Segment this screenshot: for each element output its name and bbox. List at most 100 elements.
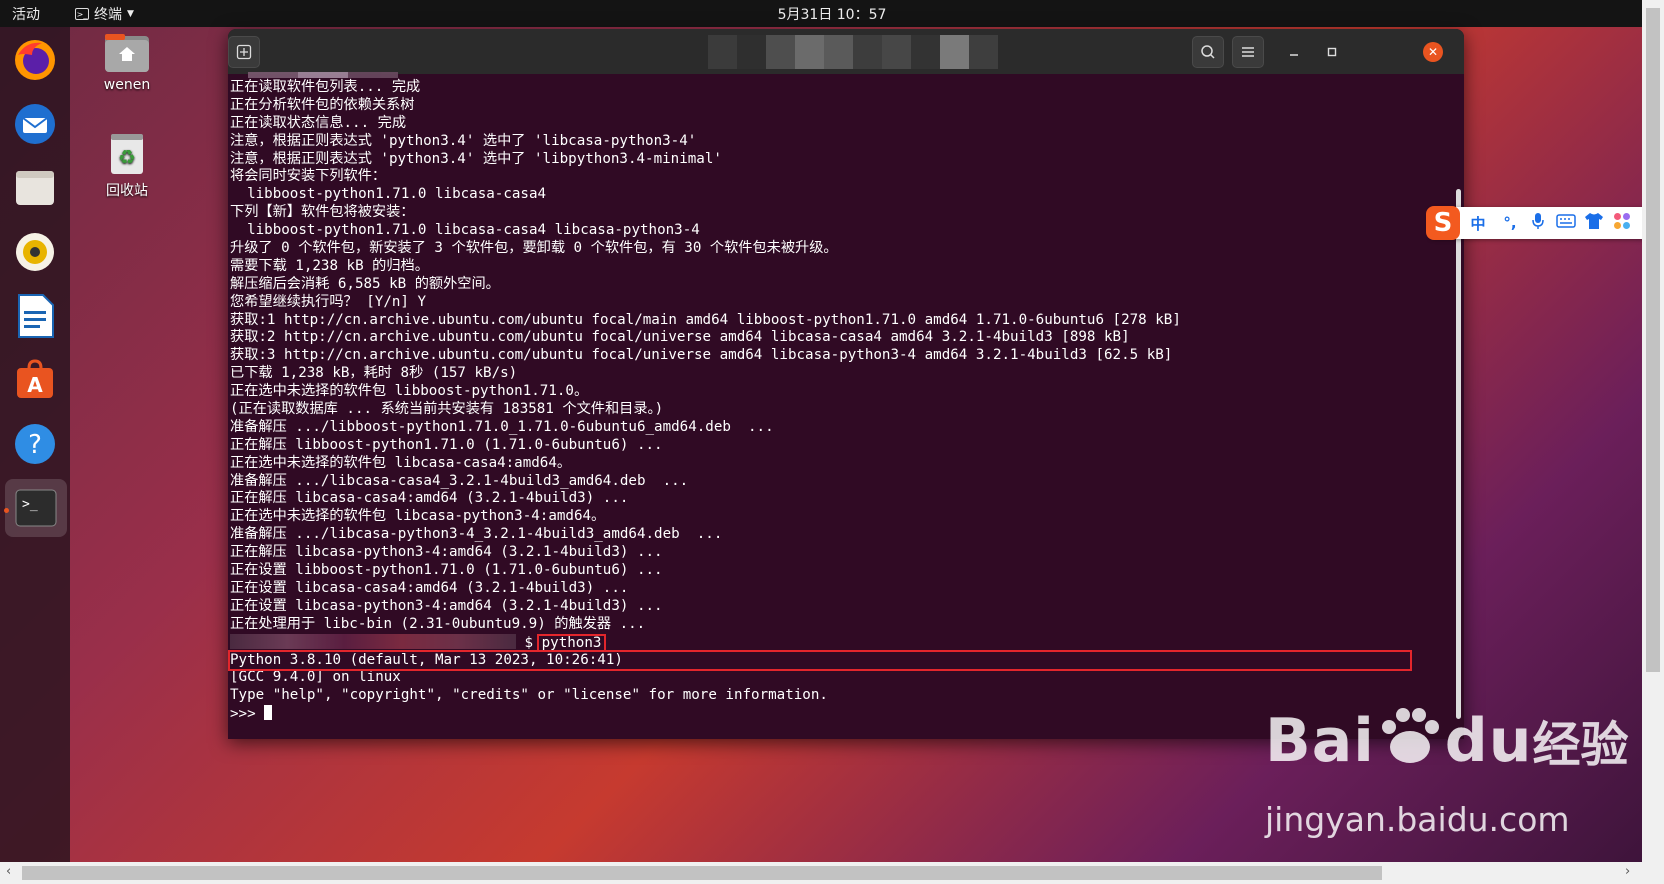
svg-text:?: ?	[28, 430, 42, 460]
activities-button[interactable]: 活动	[12, 4, 40, 24]
software-icon[interactable]: A	[10, 355, 60, 405]
files-icon[interactable]	[10, 163, 60, 213]
repl-prompt: >>>	[230, 706, 265, 723]
svg-text:>_: >_	[22, 497, 38, 512]
title-bar[interactable]: ✕	[228, 29, 1464, 74]
watermark-brand: Bai	[1265, 706, 1375, 776]
ime-toolbar[interactable]: S 中 °,	[1426, 206, 1664, 240]
text-cursor	[264, 705, 273, 721]
terminal-small-icon: >_	[75, 8, 89, 20]
repl-line[interactable]: >>>	[230, 705, 1410, 723]
dock: A ? >_	[0, 27, 70, 862]
terminal-line: 正在设置 libcasa-casa4:amd64 (3.2.1-4build3)…	[230, 579, 629, 596]
terminal-output[interactable]: 正在读取软件包列表... 完成 正在分析软件包的依赖关系树 正在读取状态信息... …	[230, 79, 1410, 723]
terminal-line: 正在设置 libcasa-python3-4:amd64 (3.2.1-4bui…	[230, 597, 663, 614]
terminal-line: 获取:3 http://cn.archive.ubuntu.com/ubuntu…	[230, 347, 1173, 364]
trash-label: 回收站	[106, 183, 148, 199]
home-folder-label: wenen	[103, 77, 151, 93]
terminal-line: 下列【新】软件包将被安装：	[230, 204, 415, 221]
terminal-icon[interactable]: >_	[5, 479, 67, 537]
ime-mode-chinese[interactable]: 中	[1460, 213, 1496, 234]
svg-text:♻: ♻	[118, 145, 136, 169]
terminal-line: 正在选中未选择的软件包 libcasa-python3-4:amd64。	[230, 508, 606, 525]
terminal-line: 正在读取软件包列表... 完成	[230, 79, 421, 95]
terminal-line: 准备解压 .../libcasa-python3-4_3.2.1-4build3…	[230, 526, 723, 543]
terminal-window[interactable]: ✕ 正在读取软件包列表... 完成 正在分析软件包的依赖关系树 正在读取状态信息..…	[228, 29, 1464, 739]
blurred-user-host	[230, 633, 516, 649]
terminal-line: 已下载 1,238 kB，耗时 8秒 (157 kB/s)	[230, 365, 518, 382]
hamburger-icon	[1242, 47, 1254, 57]
running-indicator	[4, 508, 9, 513]
blurred-text	[248, 72, 398, 78]
terminal-line: 正在设置 libboost-python1.71.0 (1.71.0-6ubun…	[230, 562, 663, 579]
terminal-line: 正在解压 libboost-python1.71.0 (1.71.0-6ubun…	[230, 436, 663, 453]
help-icon[interactable]: ?	[10, 419, 60, 469]
terminal-line: 注意，根据正则表达式 'python3.4' 选中了 'libcasa-pyth…	[230, 132, 697, 149]
terminal-line: 您希望继续执行吗？ [Y/n] Y	[230, 293, 427, 310]
firefox-icon[interactable]	[10, 35, 60, 85]
vertical-scroll-thumb[interactable]	[1646, 8, 1660, 672]
prompt-symbol: $	[524, 634, 534, 651]
top-bar: 活动 >_ 终端 ▼ 5月31日 10：57	[0, 0, 1664, 27]
svg-text:A: A	[27, 373, 43, 397]
maximize-icon	[1327, 47, 1337, 57]
new-tab-icon	[236, 44, 252, 60]
scroll-left-icon[interactable]: ‹	[6, 864, 11, 879]
app-menu-label: 终端	[94, 7, 122, 23]
terminal-line: 解压缩后会消耗 6,585 kB 的额外空间。	[230, 275, 500, 292]
menu-button[interactable]	[1232, 36, 1264, 68]
terminal-line: 正在分析软件包的依赖关系树	[230, 96, 415, 113]
page-vertical-scrollbar[interactable]	[1642, 0, 1664, 862]
terminal-line: 注意，根据正则表达式 'python3.4' 选中了 'libpython3.4…	[230, 150, 722, 167]
new-tab-button[interactable]	[228, 36, 260, 68]
terminal-line: 升级了 0 个软件包，新安装了 3 个软件包，要卸载 0 个软件包，有 30 个…	[230, 240, 838, 257]
thunderbird-icon[interactable]	[10, 99, 60, 149]
help-line-line: Type "help", "copyright", "credits" or "…	[230, 687, 828, 704]
terminal-line: 获取:2 http://cn.archive.ubuntu.com/ubuntu…	[230, 329, 1130, 346]
terminal-scrollbar[interactable]	[1456, 189, 1461, 719]
mic-icon[interactable]	[1524, 212, 1552, 234]
terminal-line: 正在选中未选择的软件包 libboost-python1.71.0。	[230, 383, 589, 400]
watermark-url: jingyan.baidu.com	[1265, 800, 1570, 839]
close-button[interactable]: ✕	[1423, 42, 1443, 62]
terminal-line: 正在选中未选择的软件包 libcasa-casa4:amd64。	[230, 454, 572, 471]
writer-icon[interactable]	[10, 291, 60, 341]
close-icon: ✕	[1427, 45, 1439, 59]
search-icon	[1201, 45, 1215, 59]
terminal-line: 正在读取状态信息... 完成	[230, 114, 407, 131]
search-button[interactable]	[1192, 36, 1224, 68]
terminal-line: 准备解压 .../libboost-python1.71.0_1.71.0-6u…	[230, 418, 774, 435]
watermark-brand2: du	[1444, 706, 1533, 776]
clock[interactable]: 5月31日 10：57	[778, 7, 887, 23]
baidu-watermark: Bai du经验 jingyan.baidu.com	[1265, 705, 1629, 839]
paw-icon	[1381, 708, 1439, 763]
scroll-right-icon[interactable]: ›	[1625, 864, 1630, 879]
app-menu[interactable]: >_ 终端 ▼	[75, 4, 134, 24]
sogou-logo-icon[interactable]: S	[1426, 206, 1460, 240]
page-horizontal-scrollbar[interactable]: ‹ ›	[0, 862, 1664, 884]
window-title-blurred	[708, 35, 998, 69]
rhythmbox-icon[interactable]	[10, 227, 60, 277]
keyboard-icon[interactable]	[1552, 214, 1580, 232]
gcc-line-line: [GCC 9.4.0] on linux	[230, 669, 401, 686]
terminal-line: 正在解压 libcasa-casa4:amd64 (3.2.1-4build3)…	[230, 490, 629, 507]
apps-icon[interactable]	[1608, 212, 1636, 234]
terminal-line: 正在处理用于 libc-bin (2.31-0ubuntu9.9) 的触发器 .…	[230, 615, 646, 632]
terminal-line: libboost-python1.71.0 libcasa-casa4 libc…	[230, 222, 700, 239]
version-highlight-box	[228, 649, 1412, 672]
terminal-line: 正在解压 libcasa-python3-4:amd64 (3.2.1-4bui…	[230, 544, 663, 561]
terminal-line: 需要下载 1,238 kB 的归档。	[230, 257, 429, 274]
chevron-down-icon: ▼	[127, 9, 134, 19]
terminal-line: (正在读取数据库 ... 系统当前共安装有 183581 个文件和目录。)	[230, 401, 664, 418]
trash-icon[interactable]: ♻ 回收站	[82, 130, 172, 200]
horizontal-scroll-thumb[interactable]	[22, 866, 1382, 880]
shirt-icon[interactable]	[1580, 212, 1608, 234]
ime-punctuation[interactable]: °,	[1496, 214, 1524, 232]
watermark-cn: 经验	[1532, 717, 1629, 773]
terminal-line: libboost-python1.71.0 libcasa-casa4	[230, 186, 547, 203]
minimize-icon	[1290, 54, 1298, 56]
minimize-button[interactable]	[1278, 36, 1310, 68]
maximize-button[interactable]	[1316, 36, 1348, 68]
terminal-line: 将会同时安装下列软件：	[230, 168, 387, 185]
home-folder-icon[interactable]: wenen	[82, 33, 172, 93]
